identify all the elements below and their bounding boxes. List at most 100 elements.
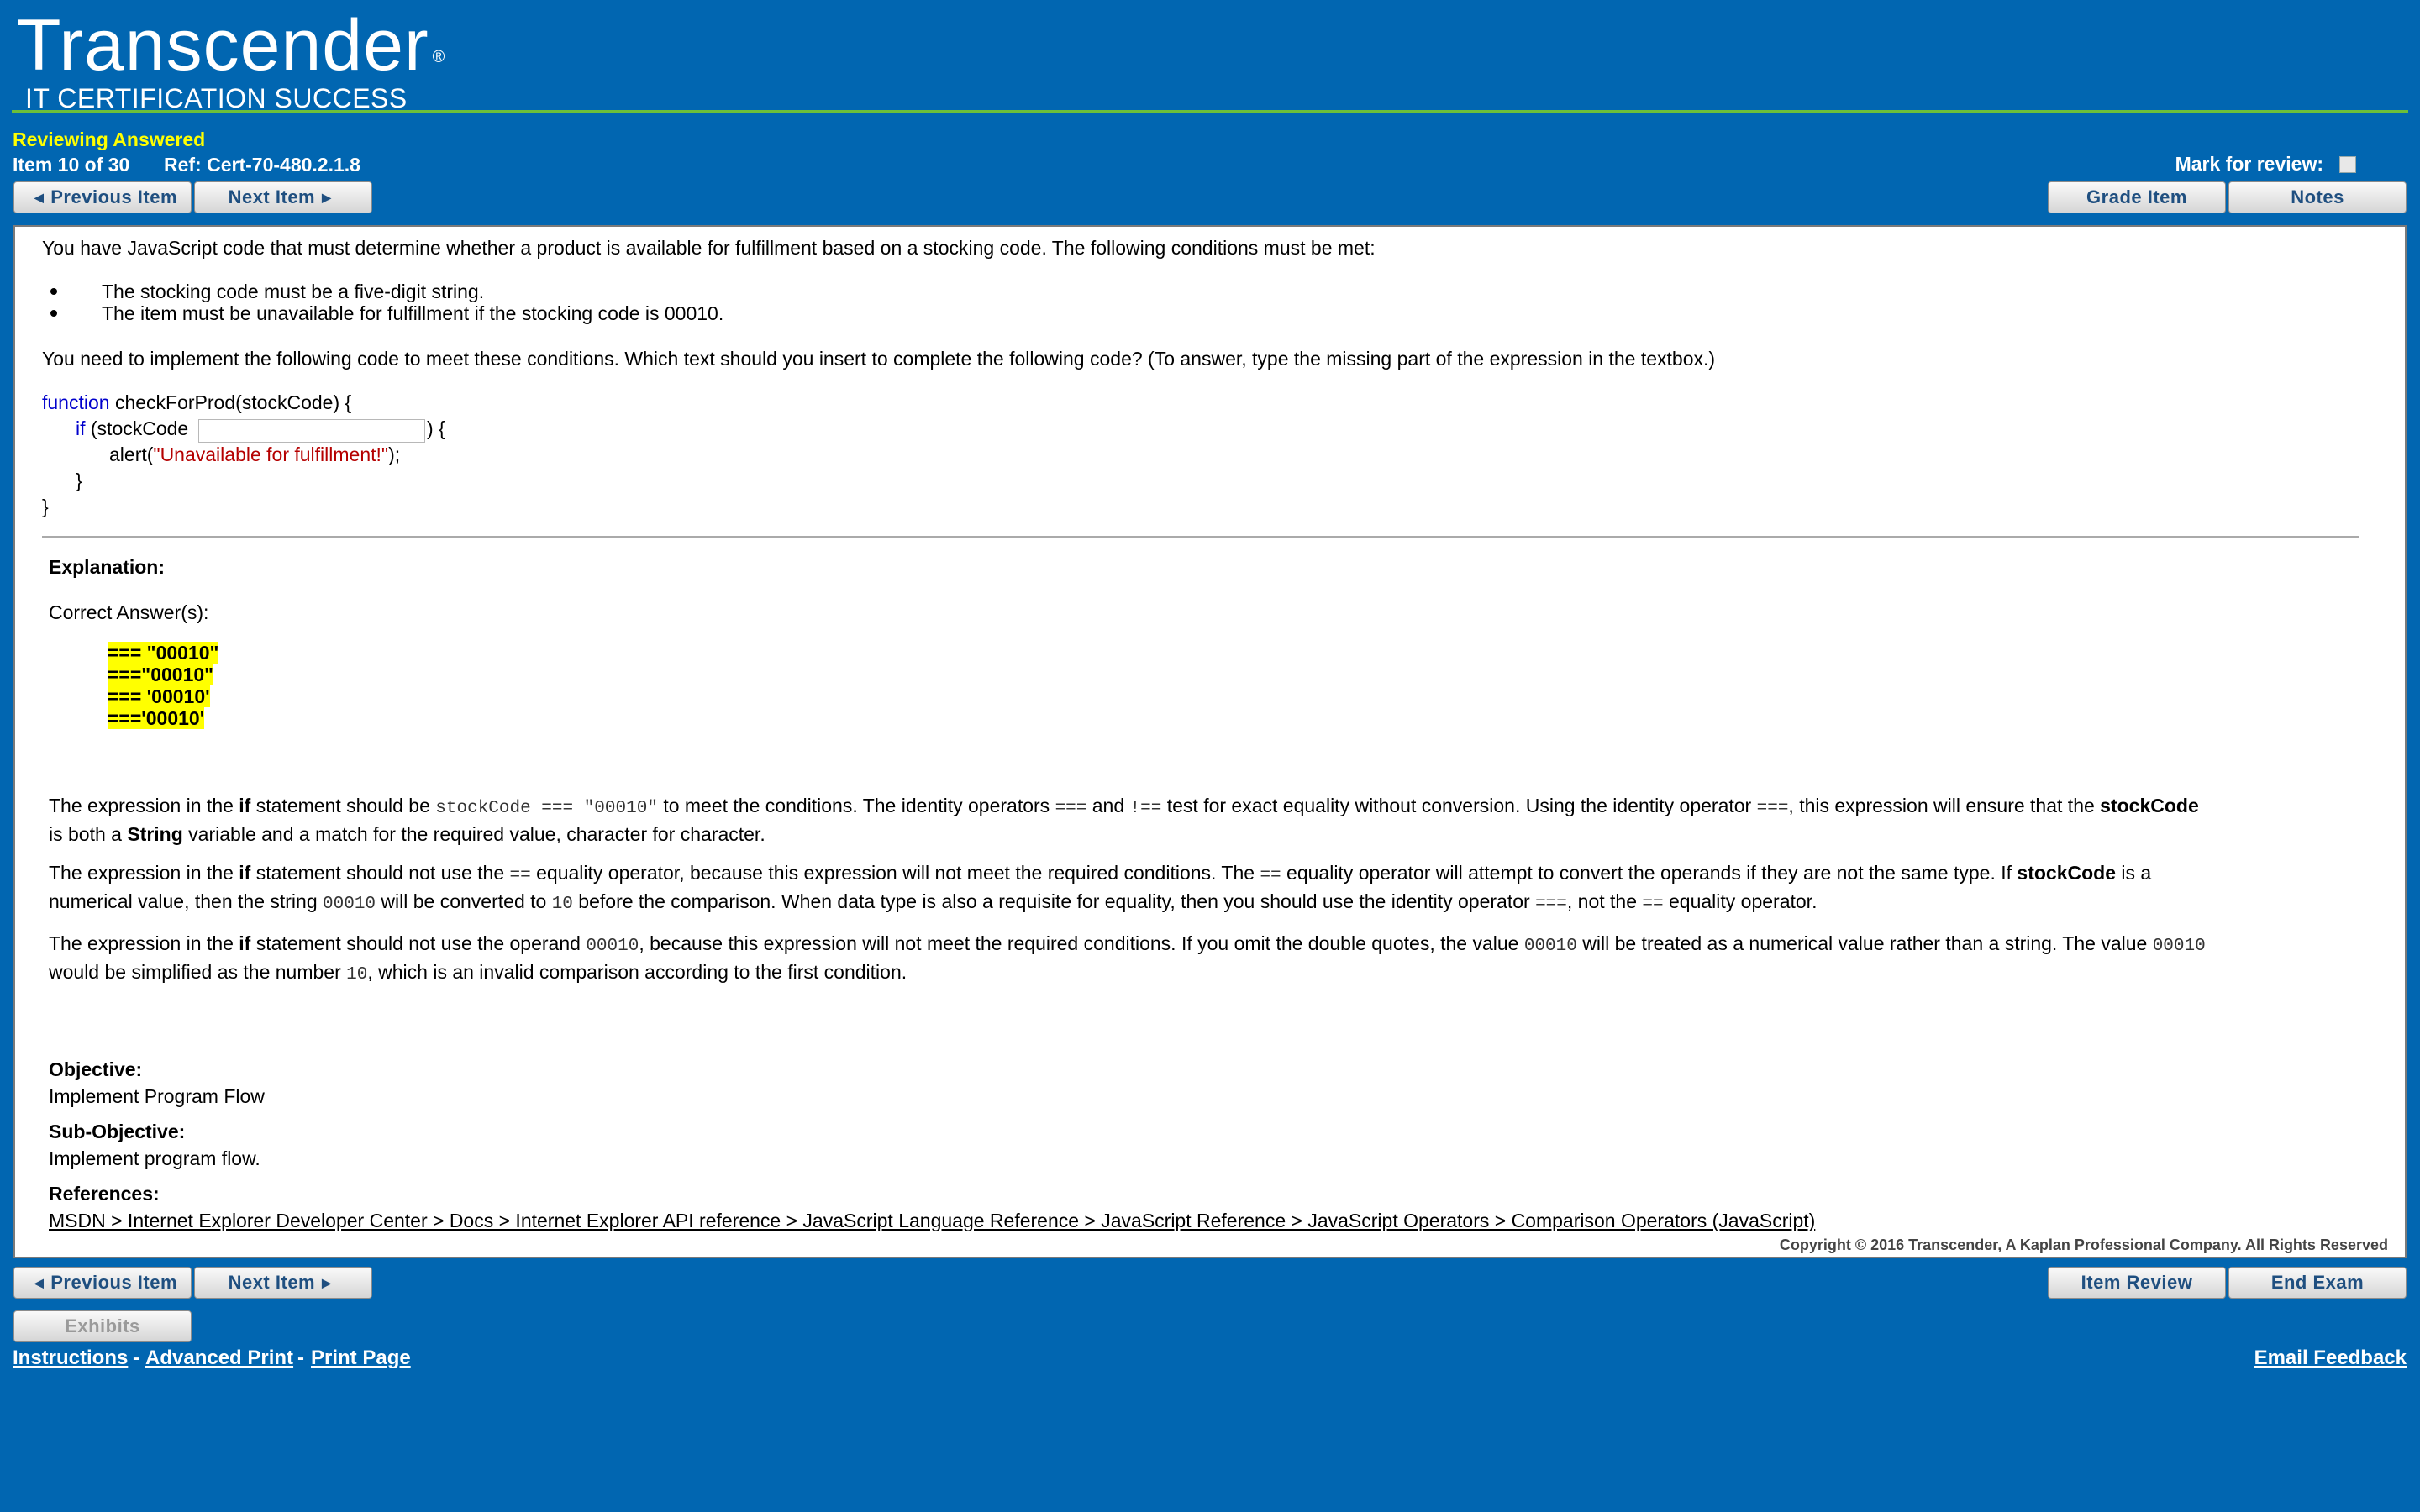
subobjective-heading: Sub-Objective: xyxy=(49,1121,186,1142)
inline-code: === xyxy=(1535,895,1567,914)
condition-item: The item must be unavailable for fulfill… xyxy=(102,302,724,324)
code-text: checkForProd(stockCode) { xyxy=(109,391,352,413)
question-panel: You have JavaScript code that must deter… xyxy=(13,225,2407,1258)
text: numerical value, then the string xyxy=(49,890,324,912)
text: The expression in the xyxy=(49,795,239,816)
correct-answer: === '00010' xyxy=(108,685,210,707)
bold-text: if xyxy=(239,932,251,954)
inline-code: !== xyxy=(1129,799,1162,818)
correct-answers-label: Correct Answer(s): xyxy=(49,601,209,623)
print-page-link[interactable]: Print Page xyxy=(311,1347,411,1370)
email-feedback-link[interactable]: Email Feedback xyxy=(2254,1347,2407,1370)
advanced-print-link[interactable]: Advanced Print xyxy=(145,1347,293,1370)
item-reference: Ref: Cert-70-480.2.1.8 xyxy=(164,154,360,176)
text: statement should be xyxy=(250,795,436,816)
inline-code: stockCode === "00010" xyxy=(435,799,658,818)
text: , not the xyxy=(1566,890,1643,912)
subobjective-text: Implement program flow. xyxy=(49,1147,260,1169)
inline-code: 00010 xyxy=(586,937,639,956)
chevron-left-icon: ◀ xyxy=(34,1275,45,1289)
code-line-3: alert("Unavailable for fulfillment!"); xyxy=(109,442,400,467)
inline-code: === xyxy=(1055,799,1087,818)
inline-code: === xyxy=(1756,799,1789,818)
code-line-2: if (stockCode xyxy=(76,416,188,441)
correct-answer: ==='00010' xyxy=(108,707,205,729)
code-line-5: } xyxy=(42,496,49,517)
bold-text: stockCode xyxy=(2100,795,2199,816)
next-item-button-bottom[interactable]: Next Item ▶ xyxy=(194,1267,372,1299)
item-review-button[interactable]: Item Review xyxy=(2048,1267,2226,1299)
previous-item-button-bottom[interactable]: ◀ Previous Item xyxy=(13,1267,192,1299)
text: , because this expression will not meet … xyxy=(639,932,1524,954)
registered-mark: ® xyxy=(432,48,446,66)
item-counter: Item 10 of 30 xyxy=(13,154,130,176)
bold-text: if xyxy=(239,795,251,816)
correct-answers-list: === "00010" ==="00010" === '00010' ==='0… xyxy=(108,642,219,729)
text: statement should not use the operand xyxy=(250,932,587,954)
code-keyword: if xyxy=(76,417,86,439)
mark-for-review-checkbox[interactable] xyxy=(2339,156,2356,173)
text: statement should not use the xyxy=(250,862,510,884)
code-text: alert( xyxy=(109,444,154,465)
text: will be treated as a numerical value rat… xyxy=(1576,932,2153,954)
next-item-button[interactable]: Next Item ▶ xyxy=(194,181,372,213)
text: variable and a match for the required va… xyxy=(182,823,765,845)
copyright-notice: Copyright © 2016 Transcender, A Kaplan P… xyxy=(1779,1236,2388,1253)
section-divider xyxy=(42,536,2360,538)
reference-link[interactable]: MSDN > Internet Explorer Developer Cente… xyxy=(49,1208,1815,1233)
text: , this expression will ensure that the xyxy=(1788,795,2101,816)
code-line-4: } xyxy=(76,470,82,491)
inline-code: == xyxy=(1260,866,1281,885)
code-text: ); xyxy=(388,444,401,465)
inline-code: == xyxy=(1642,895,1664,914)
end-exam-label: End Exam xyxy=(2270,1272,2365,1293)
previous-item-button[interactable]: ◀ Previous Item xyxy=(13,181,192,213)
previous-item-label: Previous Item xyxy=(50,186,178,207)
notes-label: Notes xyxy=(2291,186,2344,207)
explanation-paragraph-3: The expression in the if statement shoul… xyxy=(49,931,2206,988)
header-divider xyxy=(12,110,2408,113)
end-exam-button[interactable]: End Exam xyxy=(2228,1267,2407,1299)
correct-answer: ==="00010" xyxy=(108,664,214,685)
notes-button[interactable]: Notes xyxy=(2228,181,2407,213)
next-item-label: Next Item xyxy=(228,1272,316,1293)
objective-text: Implement Program Flow xyxy=(49,1085,265,1107)
review-status: Reviewing Answered xyxy=(13,129,206,150)
bold-text: String xyxy=(127,823,183,845)
text: is both a xyxy=(49,823,128,845)
explanation-paragraph-2: The expression in the if statement shoul… xyxy=(49,860,2151,917)
text: will be converted to xyxy=(376,890,552,912)
inline-code: == xyxy=(509,866,531,885)
inline-code: 00010 xyxy=(323,895,376,914)
text: equality operator. xyxy=(1663,890,1818,912)
bullet-icon xyxy=(50,310,57,317)
text: equality operator will attempt to conver… xyxy=(1281,862,2018,884)
text: and xyxy=(1086,795,1130,816)
logo-tagline: IT CERTIFICATION SUCCESS xyxy=(25,83,408,113)
bold-text: stockCode xyxy=(2017,862,2117,884)
text: to meet the conditions. The identity ope… xyxy=(657,795,1055,816)
text: is a xyxy=(2116,862,2152,884)
code-line-1: function checkForProd(stockCode) { xyxy=(42,390,351,415)
text: before the comparison. When data type is… xyxy=(572,890,1536,912)
logo-title: Transcender xyxy=(17,5,429,86)
mark-for-review-label: Mark for review: xyxy=(2175,153,2323,175)
grade-item-button[interactable]: Grade Item xyxy=(2048,181,2226,213)
answer-textbox[interactable] xyxy=(198,419,425,443)
references-heading: References: xyxy=(49,1183,160,1205)
inline-code: 10 xyxy=(346,965,368,984)
grade-item-label: Grade Item xyxy=(2086,186,2187,207)
link-separator: - xyxy=(297,1347,304,1369)
inline-code: 00010 xyxy=(1523,937,1577,956)
text: , which is an invalid comparison accordi… xyxy=(367,961,908,983)
explanation-paragraph-1: The expression in the if statement shoul… xyxy=(49,793,2199,847)
chevron-left-icon: ◀ xyxy=(34,190,45,204)
code-keyword: function xyxy=(42,391,110,413)
inline-code: 00010 xyxy=(2152,937,2206,956)
next-item-label: Next Item xyxy=(228,186,316,207)
instructions-link[interactable]: Instructions xyxy=(13,1347,128,1370)
exhibits-button[interactable]: Exhibits xyxy=(13,1310,192,1342)
text: test for exact equality without conversi… xyxy=(1161,795,1757,816)
bold-text: if xyxy=(239,862,251,884)
item-review-label: Item Review xyxy=(2081,1272,2193,1293)
